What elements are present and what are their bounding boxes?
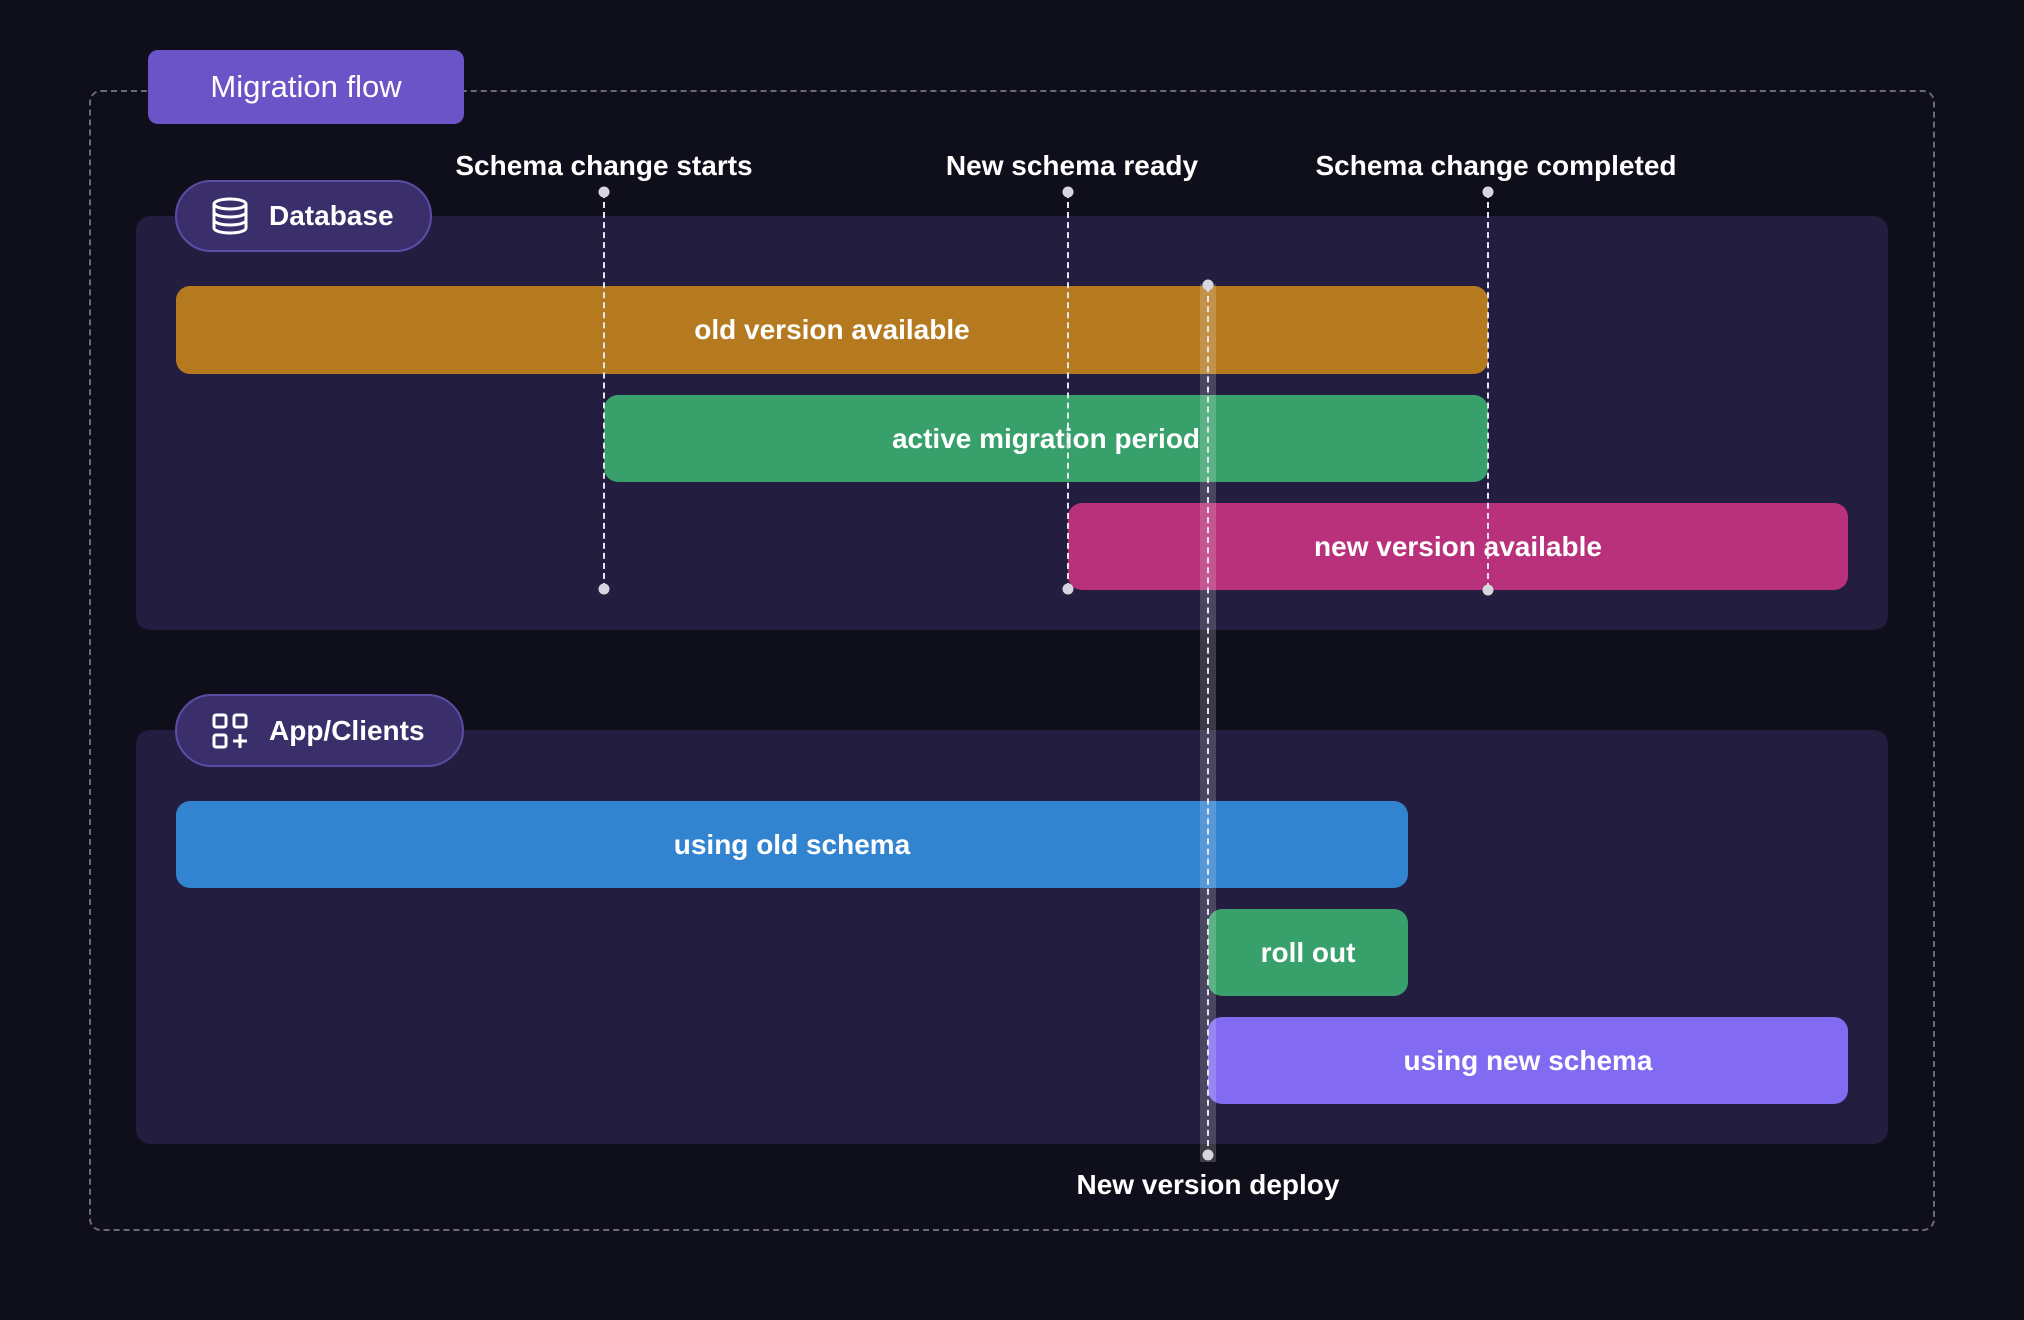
app-clients-section-text: App/Clients bbox=[269, 714, 425, 746]
bar-roll-out: roll out bbox=[1208, 909, 1408, 996]
marker-dot-top bbox=[1062, 186, 1074, 198]
database-section-text: Database bbox=[269, 200, 394, 231]
deploy-label: New version deploy bbox=[1076, 1169, 1340, 1200]
diagram-title: Migration flow bbox=[148, 50, 464, 124]
deploy-dot-bottom bbox=[1202, 1149, 1214, 1161]
marker-line-new-schema-ready bbox=[1067, 192, 1069, 589]
bar-active-migration-period: active migration period bbox=[604, 395, 1488, 482]
marker-line-schema-change-starts bbox=[603, 192, 605, 589]
deploy-line bbox=[1207, 286, 1209, 1156]
bar-using-old-schema: using old schema bbox=[176, 801, 1408, 888]
marker-dot-bottom bbox=[598, 583, 610, 595]
database-icon bbox=[212, 197, 248, 235]
marker-line-schema-change-completed bbox=[1487, 192, 1489, 589]
marker-label-schema-change-starts: Schema change starts bbox=[455, 150, 753, 181]
marker-dot-bottom bbox=[1482, 584, 1494, 596]
marker-dot-bottom bbox=[1062, 583, 1074, 595]
database-section-label: Database bbox=[175, 180, 432, 252]
marker-label-schema-change-completed: Schema change completed bbox=[1315, 150, 1677, 181]
app-clients-section-label: App/Clients bbox=[175, 694, 464, 767]
deploy-dot-top bbox=[1202, 279, 1214, 291]
apps-add-icon bbox=[212, 713, 248, 748]
bar-using-new-schema: using new schema bbox=[1208, 1017, 1848, 1104]
bar-new-version-available: new version available bbox=[1068, 503, 1848, 590]
bar-old-version-available: old version available bbox=[176, 286, 1488, 374]
marker-dot-top bbox=[598, 186, 610, 198]
marker-dot-top bbox=[1482, 186, 1494, 198]
marker-label-new-schema-ready: New schema ready bbox=[945, 150, 1199, 181]
